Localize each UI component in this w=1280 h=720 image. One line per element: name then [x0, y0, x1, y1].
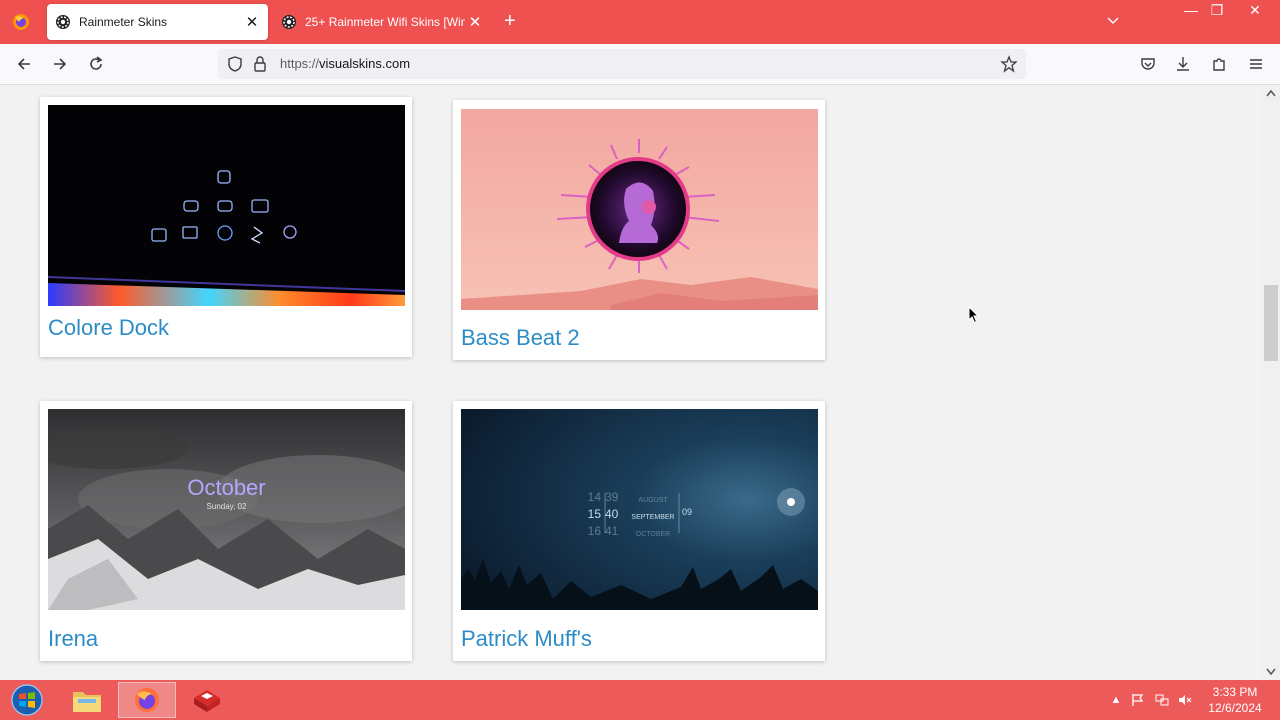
tab-rainmeter-skins[interactable]: Rainmeter Skins ✕	[47, 4, 268, 40]
mouse-cursor-icon	[968, 306, 980, 324]
minute-next: 41	[605, 524, 619, 538]
card-title-link[interactable]: Irena	[48, 626, 98, 652]
clock-day-label: 09	[682, 507, 693, 517]
patrick-muff-thumbnail[interactable]: 14 15 16 39 40 41 AUGUST SEPTEMBER OCTOB…	[461, 409, 818, 610]
firefox-view-icon[interactable]	[10, 11, 32, 33]
downloads-button[interactable]	[1171, 52, 1195, 76]
pocket-icon	[1141, 58, 1155, 70]
forward-arrow-icon	[54, 58, 67, 70]
close-tab-icon[interactable]: ✕	[242, 13, 262, 31]
irena-thumbnail[interactable]: October Sunday, 02	[48, 409, 405, 610]
hour-current: 15	[587, 507, 601, 521]
minute-current: 40	[605, 507, 619, 521]
card-title-link[interactable]: Patrick Muff's	[461, 626, 592, 652]
back-button[interactable]	[12, 52, 36, 76]
gear-favicon-icon	[56, 15, 70, 29]
bass-beat-thumbnail[interactable]	[461, 109, 818, 310]
card-title-link[interactable]: Colore Dock	[48, 315, 169, 341]
scrollbar-thumb[interactable]	[1264, 285, 1278, 361]
tab-wifi-skins[interactable]: 25+ Rainmeter Wifi Skins [Windows ✕	[273, 4, 491, 40]
navigation-toolbar: https://visualskins.com	[0, 44, 1280, 85]
reload-icon	[90, 56, 103, 70]
tab-title: Rainmeter Skins	[79, 15, 168, 29]
new-tab-button[interactable]: +	[504, 10, 516, 33]
taskbar-app[interactable]	[178, 682, 236, 718]
bookmark-star-icon[interactable]	[1000, 55, 1018, 73]
tab-strip: Rainmeter Skins ✕ 25+ Rainmeter Wifi Ski…	[0, 0, 1280, 44]
firefox-icon	[135, 688, 159, 712]
list-all-tabs-icon[interactable]	[1106, 13, 1120, 27]
app-menu-button[interactable]	[1244, 52, 1268, 76]
page-content: Colore Dock Bass Beat 2 October Sunday, …	[0, 85, 1262, 680]
shield-icon[interactable]	[226, 55, 244, 73]
skin-card-patrick-muffs[interactable]: 14 15 16 39 40 41 AUGUST SEPTEMBER OCTOB…	[453, 401, 825, 661]
lock-icon[interactable]	[252, 55, 268, 73]
pocket-button[interactable]	[1136, 52, 1160, 76]
windows-start-orb-icon	[11, 684, 43, 716]
colore-dock-thumbnail[interactable]	[48, 105, 405, 306]
hour-next: 16	[587, 524, 601, 538]
card-title-link[interactable]: Bass Beat 2	[461, 325, 580, 351]
download-icon	[1177, 57, 1189, 71]
month-prev: AUGUST	[638, 497, 668, 504]
folder-icon	[73, 692, 101, 712]
tab-title: 25+ Rainmeter Wifi Skins [Windows	[305, 15, 465, 29]
network-icon[interactable]	[1153, 690, 1171, 710]
close-window-icon[interactable]: ✕	[1238, 0, 1272, 22]
show-hidden-icons-arrow[interactable]: ▲	[1107, 690, 1125, 710]
start-button[interactable]	[0, 682, 54, 718]
url-text[interactable]: https://visualskins.com	[280, 56, 410, 71]
back-arrow-icon	[17, 58, 30, 70]
restore-icon[interactable]: ❐	[1200, 0, 1234, 22]
address-bar[interactable]: https://visualskins.com	[218, 49, 1026, 79]
page-scrollbar[interactable]	[1262, 85, 1280, 680]
scroll-up-arrow-icon[interactable]	[1266, 89, 1276, 97]
clock-time: 3:33 PM	[1212, 685, 1258, 699]
windows-taskbar: ▲ 3:33 PM 12/6/2024	[0, 680, 1280, 720]
taskbar-file-explorer[interactable]	[58, 682, 116, 718]
scroll-down-arrow-icon[interactable]	[1266, 668, 1276, 676]
clock-date: 12/6/2024	[1208, 701, 1262, 715]
url-host: visualskins.com	[319, 56, 411, 71]
irena-date-label: Sunday, 02	[206, 502, 247, 511]
hour-prev: 14	[587, 490, 601, 504]
url-scheme: https://	[280, 56, 320, 71]
forward-button[interactable]	[48, 52, 72, 76]
puzzle-icon	[1213, 58, 1225, 71]
hamburger-menu-icon	[1250, 59, 1262, 69]
action-center-flag-icon[interactable]	[1129, 690, 1147, 710]
system-clock[interactable]: 3:33 PM 12/6/2024	[1203, 684, 1267, 716]
app-box-icon	[194, 690, 220, 712]
gear-favicon-icon	[282, 15, 296, 29]
skin-card-bass-beat-2[interactable]: Bass Beat 2	[453, 100, 825, 360]
clock-hours-column: 14 15 16	[583, 489, 601, 540]
volume-muted-icon[interactable]	[1176, 690, 1194, 710]
month-current: SEPTEMBER	[631, 514, 675, 521]
clock-months-column: AUGUST SEPTEMBER OCTOBER	[627, 492, 679, 543]
bass-beat-preview-image	[461, 109, 818, 310]
taskbar-firefox[interactable]	[118, 682, 176, 718]
reload-button[interactable]	[84, 52, 108, 76]
colore-dock-preview-image	[48, 105, 405, 306]
month-next: OCTOBER	[635, 531, 671, 538]
irena-month-label: October	[187, 475, 266, 500]
minute-prev: 39	[605, 490, 619, 504]
skin-card-colore-dock[interactable]: Colore Dock	[40, 97, 412, 357]
skin-card-irena[interactable]: October Sunday, 02 Irena	[40, 401, 412, 661]
close-tab-icon[interactable]: ✕	[465, 13, 485, 31]
extensions-button[interactable]	[1207, 52, 1231, 76]
clock-minutes-column: 39 40 41	[605, 489, 625, 540]
